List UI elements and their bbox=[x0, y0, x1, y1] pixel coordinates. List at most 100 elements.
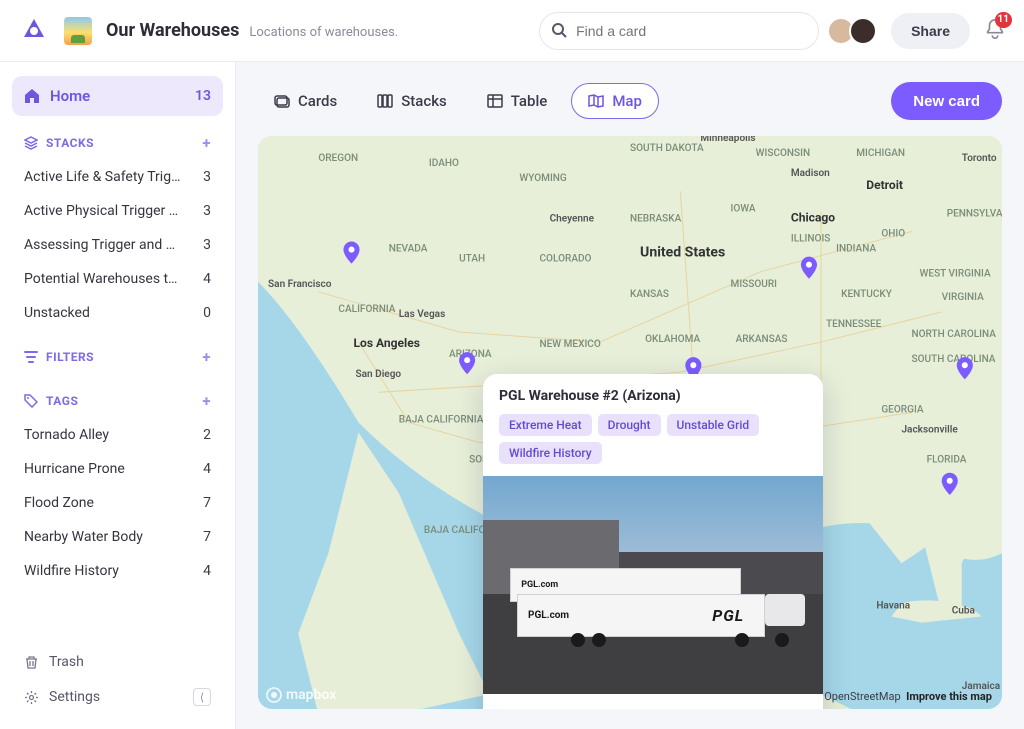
state-label: WEST VIRGINIA bbox=[920, 269, 991, 280]
page-subtitle: Locations of warehouses. bbox=[249, 25, 398, 40]
cards-icon bbox=[274, 93, 290, 109]
columns-icon bbox=[377, 93, 393, 109]
document-icon[interactable] bbox=[64, 17, 92, 45]
state-label: MISSOURI bbox=[731, 279, 778, 290]
state-label: NORTH CAROLINA bbox=[912, 329, 997, 340]
state-label: BAJA CALIFORNIA bbox=[399, 415, 484, 426]
home-icon bbox=[24, 88, 40, 104]
map-attribution-right: OpenStreetMap Improve this map bbox=[824, 690, 992, 703]
stacks-header: STACKS + bbox=[12, 116, 223, 160]
state-label: NEW MEXICO bbox=[540, 339, 601, 350]
notifications-bell[interactable]: 11 bbox=[984, 18, 1006, 44]
tab-stacks[interactable]: Stacks bbox=[361, 84, 463, 118]
stack-item[interactable]: Potential Warehouses to…4 bbox=[12, 262, 223, 296]
state-label: KENTUCKY bbox=[841, 289, 893, 300]
svg-text:Toronto: Toronto bbox=[962, 153, 997, 164]
tags-header: TAGS + bbox=[12, 374, 223, 418]
share-button[interactable]: Share bbox=[891, 13, 970, 49]
state-label: PENNSYLVANIA bbox=[947, 208, 1002, 219]
trash-nav[interactable]: Trash bbox=[12, 645, 223, 679]
tag-pill[interactable]: Extreme Heat bbox=[499, 414, 592, 436]
stack-item[interactable]: Active Life & Safety Trig…3 bbox=[12, 160, 223, 194]
state-label: WISCONSIN bbox=[756, 148, 810, 159]
state-label: VIRGINIA bbox=[942, 292, 984, 303]
table-icon bbox=[487, 93, 503, 109]
nav-home[interactable]: Home 13 bbox=[12, 76, 223, 116]
app-logo[interactable] bbox=[18, 15, 50, 47]
state-label: NEBRASKA bbox=[630, 213, 682, 224]
stacks-icon bbox=[24, 136, 38, 150]
state-label: WYOMING bbox=[519, 173, 567, 184]
svg-text:Los Angeles: Los Angeles bbox=[354, 336, 420, 350]
svg-text:Minneapolis: Minneapolis bbox=[700, 136, 755, 144]
filters-header: FILTERS + bbox=[12, 330, 223, 374]
tag-pill[interactable]: Wildfire History bbox=[499, 442, 602, 464]
mapbox-attribution[interactable]: mapbox bbox=[266, 687, 336, 703]
svg-text:Madison: Madison bbox=[791, 168, 830, 179]
new-card-button[interactable]: New card bbox=[891, 82, 1002, 120]
settings-nav[interactable]: Settings ⟨ bbox=[12, 679, 223, 715]
add-filter-button[interactable]: + bbox=[202, 348, 211, 366]
search-input[interactable] bbox=[539, 12, 819, 50]
tab-map[interactable]: Map bbox=[571, 83, 659, 119]
state-label: KANSAS bbox=[630, 289, 669, 300]
tag-pill[interactable]: Unstable Grid bbox=[667, 414, 760, 436]
location-key: Location bbox=[499, 708, 549, 709]
tag-item[interactable]: Hurricane Prone4 bbox=[12, 452, 223, 486]
svg-text:Detroit: Detroit bbox=[866, 178, 903, 192]
tag-pill[interactable]: Drought bbox=[598, 414, 661, 436]
svg-text:Cuba: Cuba bbox=[952, 606, 976, 617]
svg-text:San Diego: San Diego bbox=[356, 369, 402, 380]
svg-text:Las Vegas: Las Vegas bbox=[399, 309, 445, 320]
popup-image: PGL.com PGL.comPGL bbox=[483, 476, 823, 694]
stack-item[interactable]: Unstacked0 bbox=[12, 296, 223, 330]
tag-item[interactable]: Tornado Alley2 bbox=[12, 418, 223, 452]
tag-item[interactable]: Flood Zone7 bbox=[12, 486, 223, 520]
svg-text:Chicago: Chicago bbox=[791, 210, 835, 224]
tag-item[interactable]: Nearby Water Body7 bbox=[12, 520, 223, 554]
tag-item[interactable]: Wildfire History4 bbox=[12, 554, 223, 588]
state-label: INDIANA bbox=[836, 244, 876, 255]
nav-home-count: 13 bbox=[195, 88, 211, 104]
state-label: COLORADO bbox=[540, 254, 592, 265]
avatar[interactable] bbox=[849, 17, 877, 45]
filter-icon bbox=[24, 350, 38, 364]
state-label: OKLAHOMA bbox=[645, 334, 700, 345]
user-avatars[interactable] bbox=[833, 17, 877, 45]
location-popup[interactable]: PGL Warehouse #2 (Arizona) Extreme Heat … bbox=[483, 374, 823, 709]
nav-home-label: Home bbox=[50, 87, 90, 105]
trash-icon bbox=[24, 655, 39, 670]
add-stack-button[interactable]: + bbox=[202, 134, 211, 152]
svg-text:Jacksonville: Jacksonville bbox=[901, 425, 958, 436]
improve-map-link[interactable]: Improve this map bbox=[906, 690, 992, 703]
add-tag-button[interactable]: + bbox=[202, 392, 211, 410]
state-label: MICHIGAN bbox=[856, 148, 905, 159]
svg-text:San Francisco: San Francisco bbox=[268, 279, 332, 290]
search-icon bbox=[551, 22, 567, 42]
popup-tags: Extreme Heat Drought Unstable Grid Wildf… bbox=[499, 414, 807, 464]
map-canvas[interactable]: OREGON IDAHO WYOMING SOUTH DAKOTA WISCON… bbox=[258, 136, 1002, 709]
state-label: CALIFORNIA bbox=[338, 304, 395, 315]
tab-table[interactable]: Table bbox=[471, 84, 564, 118]
svg-text:United States: United States bbox=[640, 245, 725, 261]
state-label: TENNESSEE bbox=[826, 319, 882, 330]
state-label: GEORGIA bbox=[881, 404, 924, 415]
state-label: SOUTH CAROLINA bbox=[912, 354, 996, 365]
gear-icon bbox=[24, 690, 39, 705]
tag-icon bbox=[24, 394, 38, 408]
svg-text:Cheyenne: Cheyenne bbox=[550, 213, 595, 224]
page-title: Our Warehouses bbox=[106, 20, 239, 41]
location-value: 2820 South 18th Place, STE 100 bbox=[620, 708, 807, 709]
popup-title: PGL Warehouse #2 (Arizona) bbox=[499, 388, 807, 404]
state-label: FLORIDA bbox=[927, 455, 967, 466]
state-label: OREGON bbox=[318, 153, 358, 164]
stack-item[interactable]: Active Physical Trigger E…3 bbox=[12, 194, 223, 228]
state-label: NEVADA bbox=[389, 244, 428, 255]
svg-text:Havana: Havana bbox=[876, 601, 910, 612]
tab-cards[interactable]: Cards bbox=[258, 84, 353, 118]
state-label: ARKANSAS bbox=[736, 334, 788, 345]
collapse-sidebar-icon[interactable]: ⟨ bbox=[193, 688, 211, 706]
state-label: ILLINOIS bbox=[791, 234, 831, 245]
state-label: IOWA bbox=[731, 203, 756, 214]
stack-item[interactable]: Assessing Trigger and w…3 bbox=[12, 228, 223, 262]
